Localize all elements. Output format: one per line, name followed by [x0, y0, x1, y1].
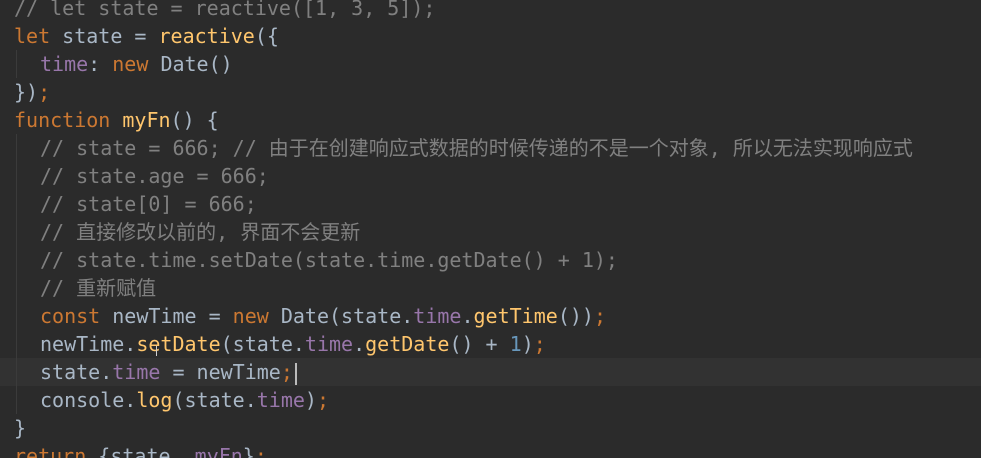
code-token: // state = 666; // 由于在创建响应式数据的时候传递的不是一个对… [40, 136, 913, 160]
code-line[interactable]: }); [0, 78, 981, 106]
code-token: ; [316, 388, 330, 412]
code-token: // let state = reactive([1, 3, 5]); [14, 0, 436, 20]
code-token: time [112, 360, 161, 384]
indent-guide [16, 190, 17, 218]
code-token: time [40, 52, 89, 76]
code-token: ; [593, 304, 606, 328]
code-token: {state, [98, 444, 195, 458]
code-token: // state.age = 666; [40, 164, 269, 188]
code-line[interactable]: return {state, myFn}; [0, 442, 981, 458]
indent-guide [16, 246, 17, 274]
text-cursor-icon [156, 346, 161, 356]
code-token: () + [449, 332, 510, 356]
code-token: reactive [158, 24, 255, 48]
code-token: ) [521, 332, 534, 356]
code-line[interactable]: // state.time.setDate(state.time.getDate… [0, 246, 981, 274]
code-token: new [112, 52, 161, 76]
code-token: : [88, 52, 113, 76]
indent-guide [16, 302, 17, 330]
code-line[interactable]: // let state = reactive([1, 3, 5]); [0, 0, 981, 22]
indent-guide [16, 134, 17, 162]
code-token: function [14, 108, 123, 132]
code-line[interactable]: // state[0] = 666; [0, 190, 981, 218]
code-token: return [14, 444, 99, 458]
code-token: getDate [365, 332, 450, 356]
code-token: (state. [172, 388, 257, 412]
code-line[interactable]: } [0, 414, 981, 442]
code-token: . [353, 332, 366, 356]
text-caret [294, 362, 297, 385]
code-token: new [232, 304, 281, 328]
code-token: ({ [254, 24, 279, 48]
indent-guide [16, 50, 17, 78]
code-token: ; [38, 80, 51, 104]
code-token: (state. [220, 332, 305, 356]
code-token: ) [304, 388, 317, 412]
code-line[interactable]: // state.age = 666; [0, 162, 981, 190]
code-token: // state.time.setDate(state.time.getDate… [40, 248, 618, 272]
code-token: ; [280, 360, 293, 384]
code-line[interactable]: // 直接修改以前的, 界面不会更新 [0, 218, 981, 246]
code-token: myFn [122, 108, 171, 132]
code-token: console. [40, 388, 137, 412]
code-token: ()) [557, 304, 594, 328]
code-editor[interactable]: // let state = reactive([1, 3, 5]); let s… [0, 0, 981, 458]
code-token: const [40, 304, 113, 328]
code-line[interactable]: state.time = newTime; [0, 358, 981, 386]
code-token: 1 [509, 332, 522, 356]
code-token: let [14, 24, 63, 48]
indent-guide [16, 274, 17, 302]
code-token: myFn [194, 444, 243, 458]
code-token: Date(state. [280, 304, 414, 328]
indent-guide [16, 358, 17, 386]
code-token: . [461, 304, 474, 328]
code-token: state. [40, 360, 113, 384]
indent-guide [16, 386, 17, 414]
code-token: newTime = [112, 304, 233, 328]
code-line[interactable]: // state = 666; // 由于在创建响应式数据的时候传递的不是一个对… [0, 134, 981, 162]
code-line[interactable]: newTime.setDate(state.time.getDate() + 1… [0, 330, 981, 358]
code-line[interactable]: function myFn() { [0, 106, 981, 134]
code-token: // 直接修改以前的, 界面不会更新 [40, 220, 361, 244]
code-line[interactable]: time: new Date() [0, 50, 981, 78]
code-token: } [14, 416, 27, 440]
code-token: setDate [136, 332, 221, 356]
code-line[interactable]: console.log(state.time); [0, 386, 981, 414]
code-token: }) [14, 80, 39, 104]
code-token: ; [533, 332, 546, 356]
code-token: state = [62, 24, 159, 48]
code-token: = newTime [160, 360, 281, 384]
code-line[interactable]: const newTime = new Date(state.time.getT… [0, 302, 981, 330]
indent-guide [16, 218, 17, 246]
code-token: newTime. [40, 332, 137, 356]
code-token: // state[0] = 666; [40, 192, 257, 216]
indent-guide [16, 330, 17, 358]
indent-guide [16, 162, 17, 190]
code-line[interactable]: // 重新赋值 [0, 274, 981, 302]
code-token: time [256, 388, 305, 412]
code-token: log [136, 388, 173, 412]
code-token: time [304, 332, 354, 356]
code-line[interactable]: let state = reactive({ [0, 22, 981, 50]
code-token: () { [170, 108, 219, 132]
code-token: // 重新赋值 [40, 276, 157, 300]
code-token: Date() [160, 52, 233, 76]
code-token: ; [254, 444, 267, 458]
code-token: } [242, 444, 255, 458]
code-token: getTime [473, 304, 558, 328]
code-token: time [413, 304, 462, 328]
